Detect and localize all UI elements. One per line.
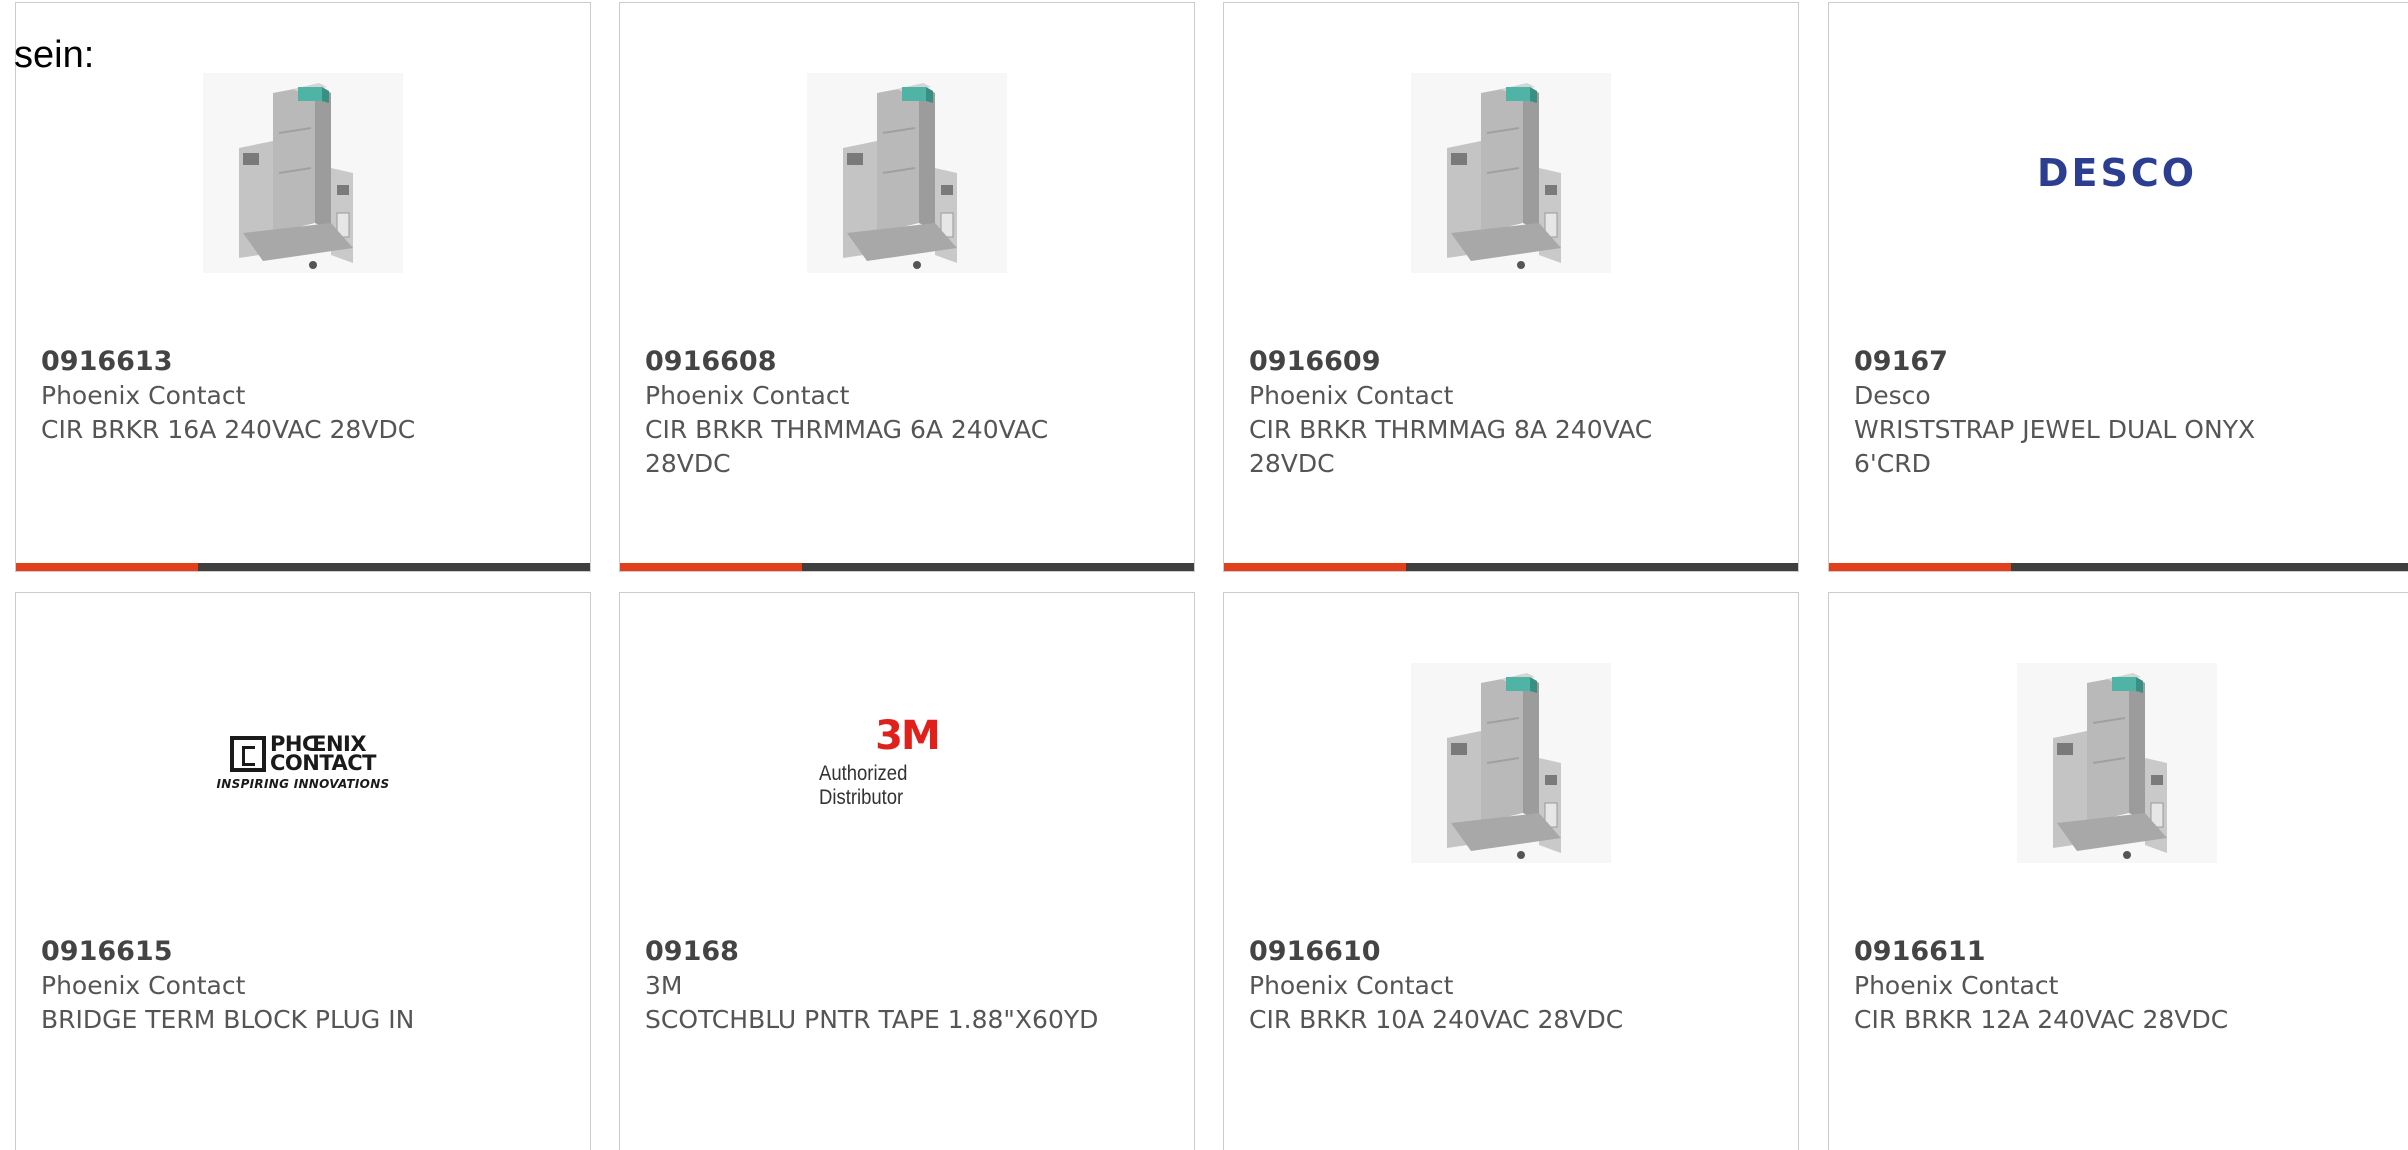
- circuit-breaker-image: [2017, 663, 2217, 863]
- product-sku: 0916613: [41, 346, 173, 377]
- product-description: CIR BRKR 16A 240VAC 28VDC: [41, 415, 416, 444]
- desco-logo: DESCO: [2017, 73, 2217, 273]
- product-brand: Phoenix Contact: [1854, 971, 2059, 1000]
- product-brand: Phoenix Contact: [645, 381, 850, 410]
- product-description: BRIDGE TERM BLOCK PLUG IN: [41, 1005, 415, 1034]
- product-card[interactable]: DESCO 09167 Desco WRISTSTRAP JEWEL DUAL …: [1828, 2, 2408, 572]
- card-accent-bar: [1224, 563, 1406, 571]
- product-card[interactable]: 0916609 Phoenix Contact CIR BRKR THRMMAG…: [1223, 2, 1799, 572]
- product-card[interactable]: 0916611 Phoenix Contact CIR BRKR 12A 240…: [1828, 592, 2408, 1150]
- product-sku: 0916615: [41, 936, 173, 967]
- product-card[interactable]: 0916608 Phoenix Contact CIR BRKR THRMMAG…: [619, 2, 1195, 572]
- product-description: CIR BRKR THRMMAG 6A 240VAC 28VDC: [645, 415, 1049, 478]
- product-sku: 0916609: [1249, 346, 1381, 377]
- product-sku: 09167: [1854, 346, 1948, 377]
- product-brand: Desco: [1854, 381, 1931, 410]
- product-brand: Phoenix Contact: [1249, 381, 1454, 410]
- product-sku: 0916610: [1249, 936, 1381, 967]
- product-brand: Phoenix Contact: [41, 381, 246, 410]
- card-accent-bar: [16, 563, 198, 571]
- phoenix-logo-mark: [229, 736, 266, 772]
- product-sku: 0916608: [645, 346, 777, 377]
- product-card[interactable]: 3M Authorized Distributor 09168 3M SCOTC…: [619, 592, 1195, 1150]
- card-bottom-bar: [1224, 563, 1798, 571]
- card-bottom-bar: [1829, 563, 2408, 571]
- circuit-breaker-image: [1411, 663, 1611, 863]
- product-description: WRISTSTRAP JEWEL DUAL ONYX 6'CRD: [1854, 415, 2256, 478]
- product-description: CIR BRKR THRMMAG 8A 240VAC 28VDC: [1249, 415, 1653, 478]
- circuit-breaker-image: [1411, 73, 1611, 273]
- product-brand: Phoenix Contact: [1249, 971, 1454, 1000]
- product-sku: 09168: [645, 936, 739, 967]
- product-grid-page: sein: 0916613 Phoenix Contact CIR BRKR 1…: [0, 0, 2408, 1150]
- product-brand: Phoenix Contact: [41, 971, 246, 1000]
- prefix-text: sein:: [14, 34, 95, 76]
- card-bottom-bar: [620, 563, 1194, 571]
- product-brand: 3M: [645, 971, 683, 1000]
- product-card[interactable]: 0916613 Phoenix Contact CIR BRKR 16A 240…: [15, 2, 591, 572]
- phoenix-logo-tagline: INSPIRING INNOVATIONS: [216, 777, 390, 791]
- product-card[interactable]: PHŒNIX CONTACT INSPIRING INNOVATIONS 091…: [15, 592, 591, 1150]
- product-description: SCOTCHBLU PNTR TAPE 1.88"X60YD: [645, 1005, 1099, 1034]
- phoenix-logo-line2: CONTACT: [269, 751, 377, 775]
- card-accent-bar: [620, 563, 802, 571]
- 3m-logo: 3M Authorized Distributor: [807, 663, 1007, 863]
- product-description: CIR BRKR 12A 240VAC 28VDC: [1854, 1005, 2229, 1034]
- desco-logo-text: DESCO: [2036, 151, 2198, 195]
- phoenix-contact-logo: PHŒNIX CONTACT INSPIRING INNOVATIONS: [203, 663, 403, 863]
- product-description: CIR BRKR 10A 240VAC 28VDC: [1249, 1005, 1624, 1034]
- product-sku: 0916611: [1854, 936, 1986, 967]
- product-card[interactable]: 0916610 Phoenix Contact CIR BRKR 10A 240…: [1223, 592, 1799, 1150]
- 3m-logo-subtitle: Authorized Distributor: [819, 762, 908, 809]
- circuit-breaker-image: [807, 73, 1007, 273]
- 3m-logo-mark: 3M: [875, 713, 941, 759]
- circuit-breaker-image: [203, 73, 403, 273]
- card-bottom-bar: [16, 563, 590, 571]
- card-accent-bar: [1829, 563, 2011, 571]
